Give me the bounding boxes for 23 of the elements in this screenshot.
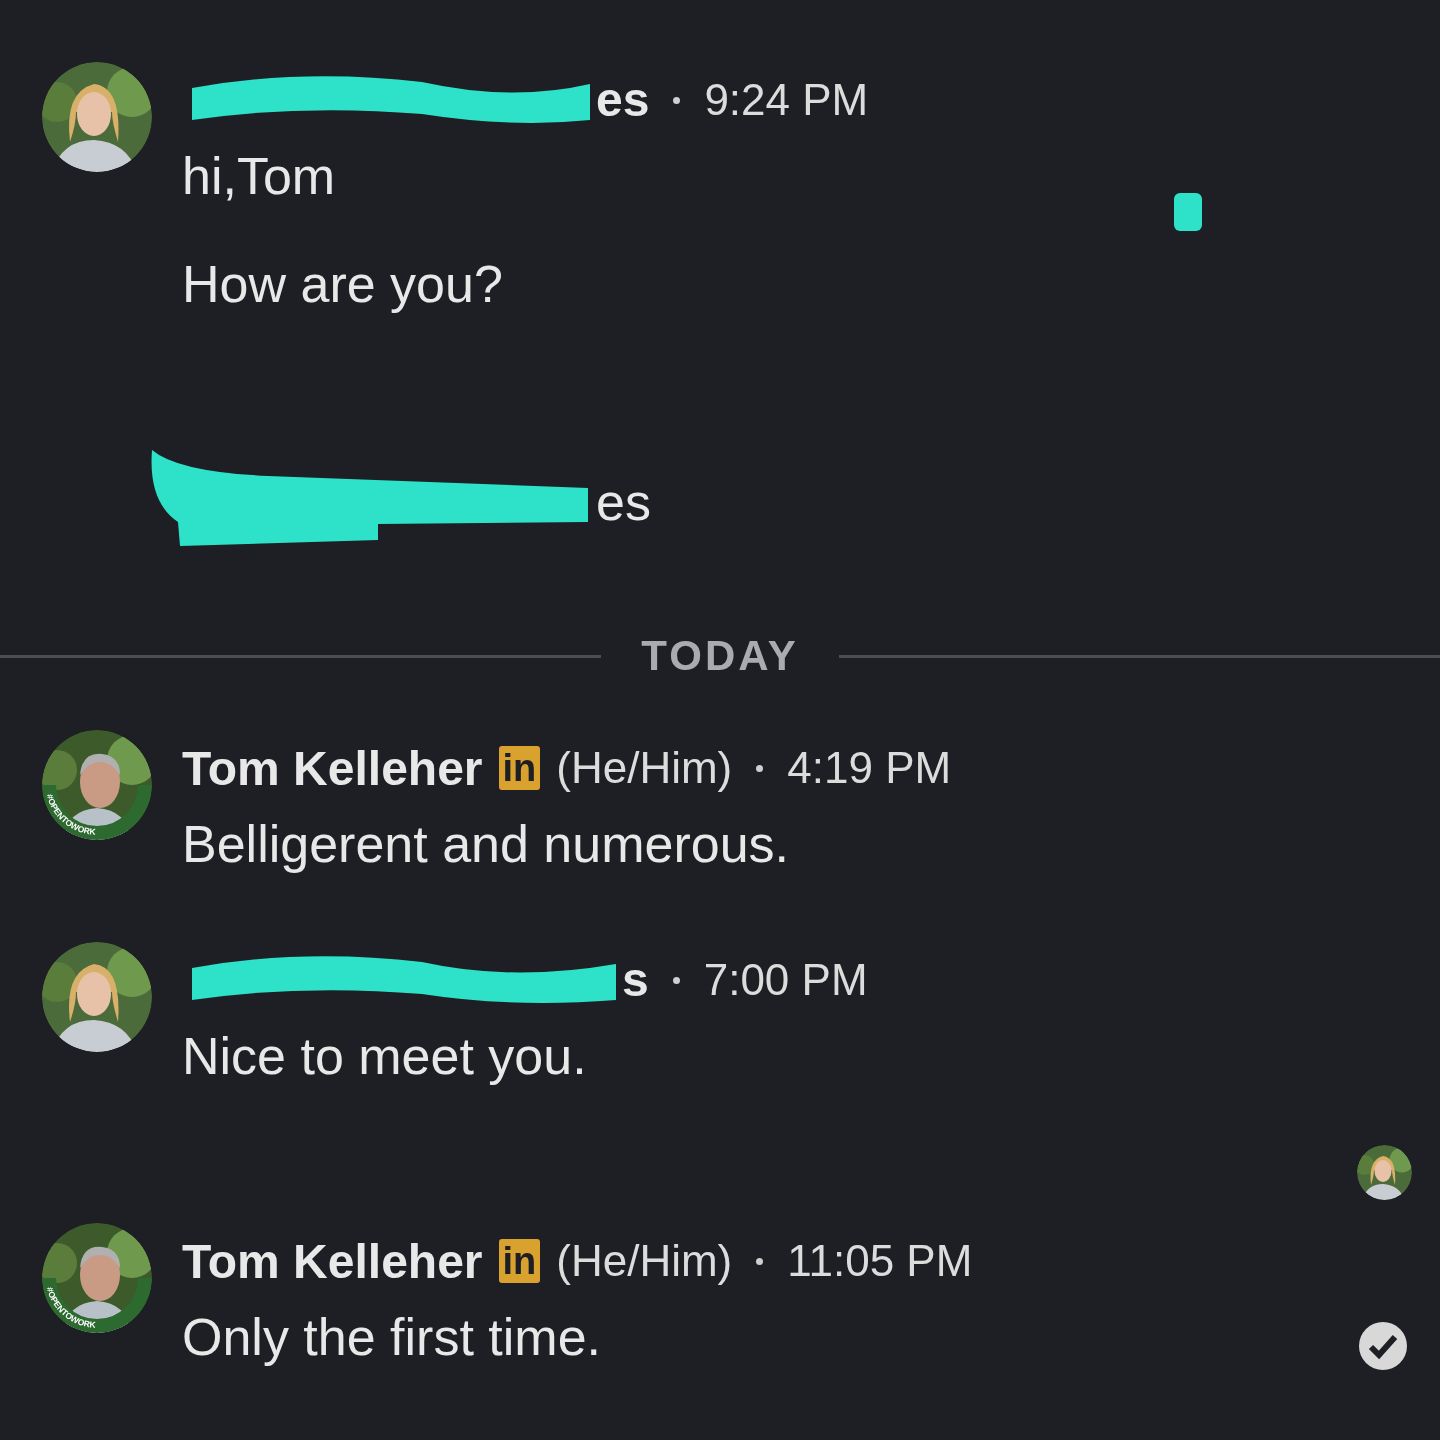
date-divider-label: TODAY (640, 632, 800, 680)
message-text: How are you? (182, 254, 504, 315)
message-text: Belligerent and numerous. (182, 814, 791, 875)
separator-dot (756, 1257, 764, 1265)
message-text: Only the first time. (182, 1307, 602, 1368)
pronouns: (He/Him) (556, 1236, 733, 1286)
separator-dot (672, 976, 680, 984)
timestamp: 4:19 PM (787, 743, 952, 793)
timestamp: 9:24 PM (704, 75, 869, 125)
timestamp: 11:05 PM (787, 1236, 973, 1286)
sender-name[interactable]: s (622, 953, 649, 1006)
sender-name[interactable]: Tom Kelleher (182, 1233, 483, 1289)
sender-name[interactable]: Tom Kelleher (182, 740, 483, 796)
separator-dot (756, 764, 764, 772)
pronouns: (He/Him) (556, 743, 733, 793)
message-text: hi,Tom (182, 146, 337, 207)
shared-name[interactable]: es (596, 473, 651, 531)
message-text: Nice to meet you. (182, 1026, 588, 1087)
premium-badge: in (498, 746, 541, 790)
separator-dot (673, 96, 681, 104)
premium-badge: in (498, 1239, 541, 1283)
timestamp: 7:00 PM (703, 955, 868, 1005)
sender-name[interactable]: es (596, 73, 650, 126)
